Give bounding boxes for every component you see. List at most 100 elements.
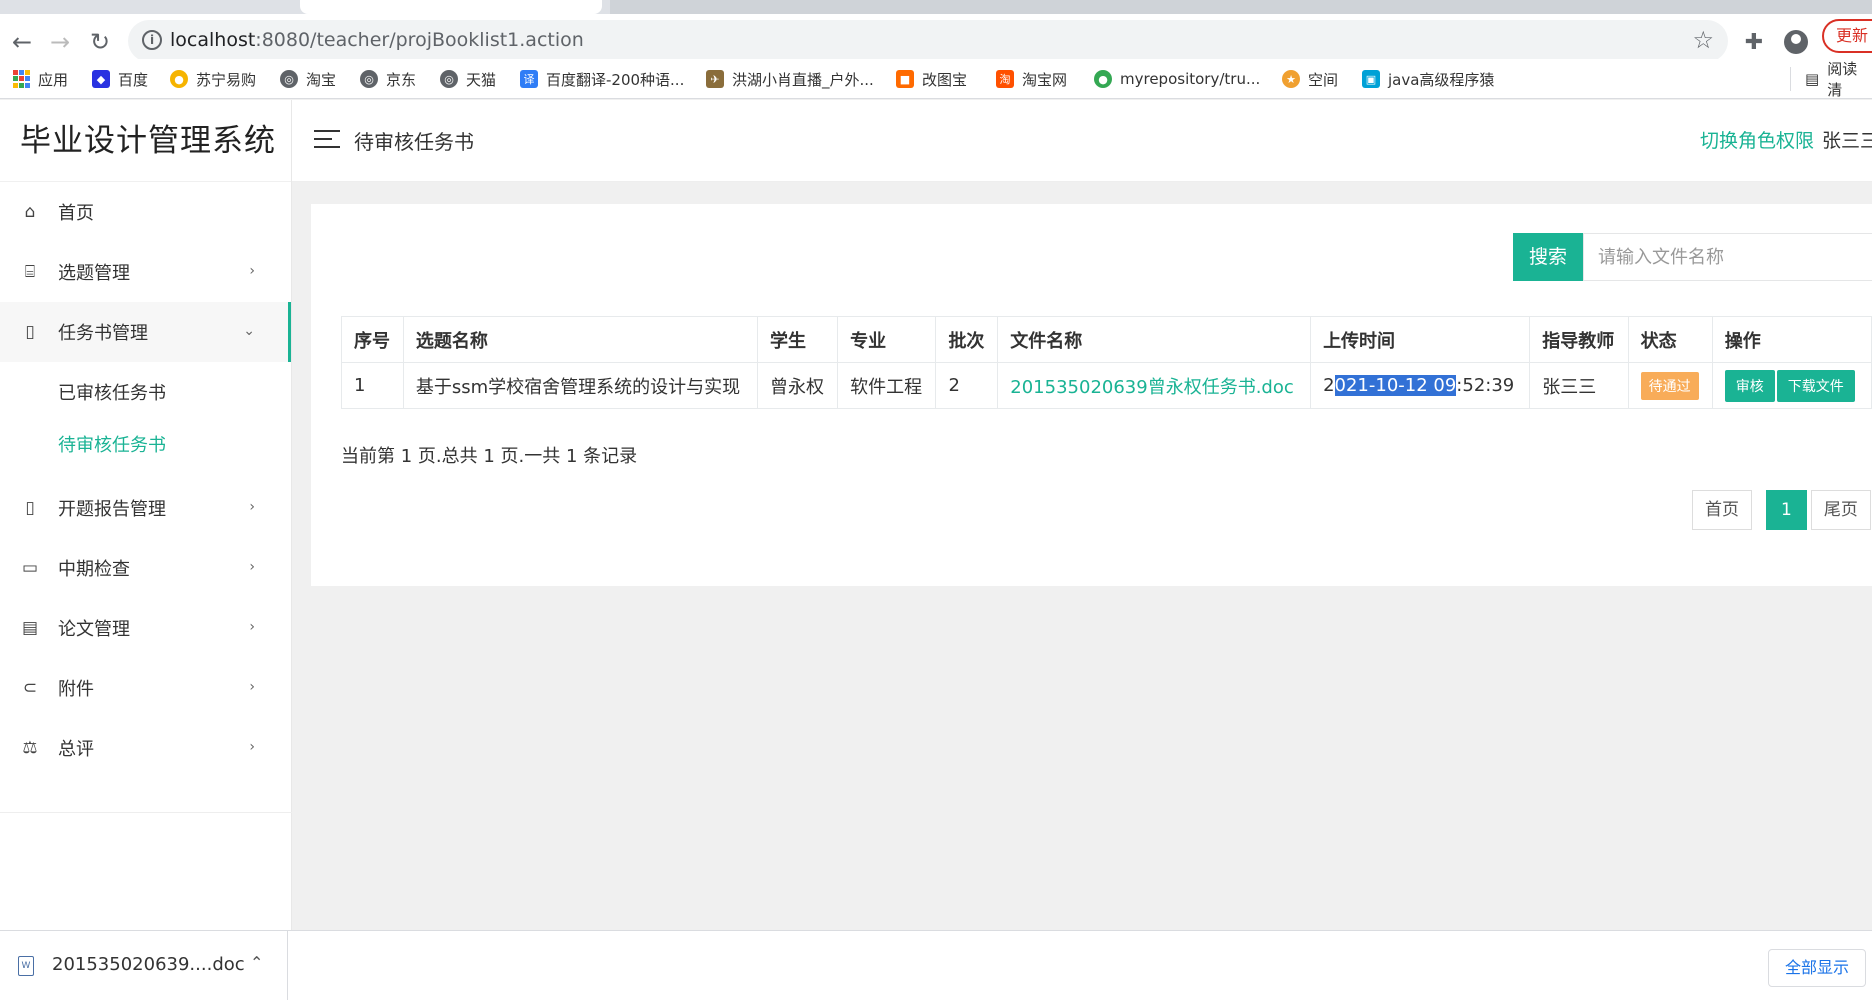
bookmark-label: 空间 bbox=[1308, 70, 1339, 89]
bookmark-tmall[interactable]: ◎ 天猫 bbox=[440, 67, 496, 91]
file-icon: ▯ bbox=[25, 498, 35, 518]
download-item[interactable]: W 201535020639....doc ⌃ bbox=[0, 931, 288, 1000]
sidebar-item-taskbook[interactable]: ▯ 任务书管理 ⌄ bbox=[0, 302, 291, 362]
browser-tab-inactive[interactable] bbox=[610, 0, 1872, 14]
bookmark-gaitubao[interactable]: ■ 改图宝 bbox=[896, 67, 967, 91]
chevron-down-icon: ⌄ bbox=[243, 323, 255, 339]
sidebar-item-proposal[interactable]: ▯ 开题报告管理 › bbox=[0, 478, 291, 538]
bookmark-taobao[interactable]: ◎ 淘宝 bbox=[280, 67, 336, 91]
sidebar-item-home[interactable]: ⌂ 首页 bbox=[0, 182, 291, 242]
sidebar-divider bbox=[0, 812, 292, 813]
page-current-button[interactable]: 1 bbox=[1766, 490, 1807, 530]
col-header-major: 专业 bbox=[837, 316, 937, 363]
bookmark-label: 应用 bbox=[38, 70, 69, 89]
bookmark-suning[interactable]: ● 苏宁易购 bbox=[170, 67, 256, 91]
top-header: 待审核任务书 切换角色权限 张三三 bbox=[292, 100, 1872, 182]
home-icon: ⌂ bbox=[24, 202, 36, 222]
pagination-info: 当前第 1 页.总共 1 页.一共 1 条记录 bbox=[341, 446, 638, 467]
col-header-batch: 批次 bbox=[935, 316, 999, 363]
site-info-icon[interactable]: i bbox=[142, 30, 162, 50]
status-badge: 待通过 bbox=[1640, 371, 1699, 400]
url-path: :8080/teacher/projBooklist1.action bbox=[255, 29, 584, 51]
qzone-icon: ★ bbox=[1282, 70, 1300, 88]
download-file-button[interactable]: 下载文件 bbox=[1776, 369, 1855, 402]
col-header-upload-time: 上传时间 bbox=[1310, 316, 1531, 363]
sidebar-item-label: 首页 bbox=[58, 203, 94, 224]
sidebar-item-topic[interactable]: ⌸ 选题管理 › bbox=[0, 242, 291, 302]
col-header-index: 序号 bbox=[341, 316, 404, 363]
update-button[interactable]: 更新 bbox=[1822, 19, 1872, 53]
browser-tab-strip bbox=[0, 0, 1872, 14]
col-header-student: 学生 bbox=[756, 316, 839, 363]
time-part: :52:39 bbox=[1456, 375, 1515, 396]
sidebar-subitem-reviewed[interactable]: 已审核任务书 bbox=[0, 368, 291, 420]
bookmark-baidu[interactable]: ◆ 百度 bbox=[92, 67, 148, 91]
sidebar-item-label: 中期检查 bbox=[58, 559, 130, 580]
bookmark-jd[interactable]: ◎ 京东 bbox=[360, 67, 416, 91]
document-icon: ▤ bbox=[21, 618, 39, 638]
forward-arrow-icon[interactable]: → bbox=[42, 24, 78, 60]
reload-icon[interactable]: ↻ bbox=[82, 24, 118, 60]
sidebar-item-label: 总评 bbox=[58, 739, 94, 760]
bookmark-label: 苏宁易购 bbox=[196, 70, 257, 89]
chevron-right-icon: › bbox=[249, 619, 255, 635]
switch-role-link[interactable]: 切换角色权限 bbox=[1700, 126, 1814, 153]
bookmark-java[interactable]: ▣ java高级程序猿 bbox=[1362, 67, 1494, 91]
reading-list[interactable]: ▤ 阅读清 bbox=[1790, 60, 1872, 99]
reading-list-icon: ▤ bbox=[1805, 70, 1820, 88]
col-header-filename: 文件名称 bbox=[997, 316, 1312, 363]
sidebar-item-attachments[interactable]: ⊂ 附件 › bbox=[0, 658, 291, 718]
cell-major: 软件工程 bbox=[837, 362, 937, 409]
bookmark-qzone[interactable]: ★ 空间 bbox=[1282, 67, 1338, 91]
bookmark-taobaowang[interactable]: 淘淘宝网 bbox=[996, 67, 1067, 91]
bookmark-label: java高级程序猿 bbox=[1388, 70, 1495, 89]
col-header-teacher: 指导教师 bbox=[1529, 316, 1629, 363]
bookmark-label: 淘宝 bbox=[306, 70, 337, 89]
bookmark-baidu-translate[interactable]: 译百度翻译-200种语... bbox=[520, 67, 684, 91]
time-part: 2 bbox=[1323, 375, 1335, 396]
current-user[interactable]: 张三三 bbox=[1822, 126, 1872, 153]
file-link[interactable]: 201535020639曾永权任务书.doc bbox=[1010, 377, 1293, 398]
sidebar-item-evaluation[interactable]: ⚖ 总评 › bbox=[0, 718, 291, 778]
address-bar[interactable]: i localhost:8080/teacher/projBooklist1.a… bbox=[128, 20, 1728, 62]
download-filename: 201535020639....doc bbox=[52, 954, 245, 975]
bilibili-icon: ▣ bbox=[1362, 70, 1380, 88]
translate-icon: 译 bbox=[520, 70, 538, 88]
profile-avatar-icon[interactable] bbox=[1778, 24, 1814, 60]
app-root: 毕业设计管理系统 ⌂ 首页 ⌸ 选题管理 › ▯ 任务书管理 ⌄ 已审核任务书 … bbox=[0, 100, 1872, 930]
globe-icon: ◎ bbox=[360, 70, 378, 88]
sidebar-item-midterm[interactable]: ▭ 中期检查 › bbox=[0, 538, 291, 598]
show-all-downloads-button[interactable]: 全部显示 bbox=[1768, 949, 1866, 987]
chevron-up-icon[interactable]: ⌃ bbox=[250, 953, 263, 972]
page-first-button[interactable]: 首页 bbox=[1692, 490, 1752, 530]
hamburger-menu-icon[interactable] bbox=[314, 130, 340, 150]
col-header-topic: 选题名称 bbox=[402, 316, 759, 363]
url-text[interactable]: localhost:8080/teacher/projBooklist1.act… bbox=[170, 29, 584, 51]
sidebar-subitem-pending[interactable]: 待审核任务书 bbox=[0, 420, 291, 472]
cell-topic: 基于ssm学校宿舍管理系统的设计与实现 bbox=[402, 362, 759, 409]
taobao-icon: 淘 bbox=[996, 70, 1014, 88]
bookmark-label: 洪湖小肖直播_户外... bbox=[732, 70, 874, 89]
search-button[interactable]: 搜索 bbox=[1513, 233, 1583, 281]
bird-icon: ✈ bbox=[706, 70, 724, 88]
bookmark-star-icon[interactable]: ☆ bbox=[1692, 26, 1714, 54]
bookmark-apps[interactable]: 应用 bbox=[12, 67, 68, 91]
page-title: 待审核任务书 bbox=[354, 130, 474, 154]
cell-status: 待通过 bbox=[1627, 362, 1713, 409]
globe-icon: ◎ bbox=[440, 70, 458, 88]
table-header-row: 序号 选题名称 学生 专业 批次 文件名称 上传时间 指导教师 状态 操作 bbox=[341, 316, 1872, 363]
bookmark-myrepository[interactable]: ● myrepository/tru... bbox=[1094, 67, 1260, 91]
review-button[interactable]: 审核 bbox=[1724, 369, 1775, 402]
bookmark-label: 改图宝 bbox=[922, 70, 968, 89]
browser-tab-active[interactable] bbox=[300, 0, 602, 14]
bookmark-honghu[interactable]: ✈ 洪湖小肖直播_户外... bbox=[706, 67, 874, 91]
bookmark-label: myrepository/tru... bbox=[1120, 70, 1261, 88]
extensions-icon[interactable]: ✚ bbox=[1736, 24, 1772, 60]
table-row: 1 基于ssm学校宿舍管理系统的设计与实现 曾永权 软件工程 2 2015350… bbox=[341, 362, 1872, 409]
back-arrow-icon[interactable]: ← bbox=[4, 24, 40, 60]
chevron-right-icon: › bbox=[249, 739, 255, 755]
page-last-button[interactable]: 尾页 bbox=[1810, 490, 1871, 530]
sidebar-item-thesis[interactable]: ▤ 论文管理 › bbox=[0, 598, 291, 658]
search-input[interactable] bbox=[1583, 233, 1872, 281]
brand-title: 毕业设计管理系统 bbox=[0, 100, 291, 182]
